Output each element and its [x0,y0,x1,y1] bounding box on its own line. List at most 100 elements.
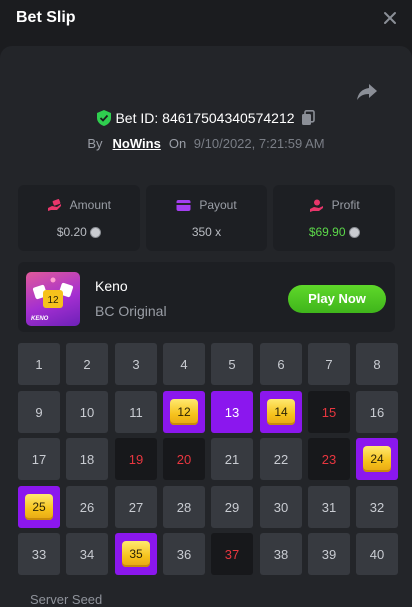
keno-cell: 17 [18,438,60,480]
keno-cell: 5 [211,343,253,385]
gem-number: 14 [267,399,295,425]
keno-cell: 40 [356,533,398,575]
cell-number: 16 [369,404,385,420]
keno-cell: 16 [356,391,398,433]
keno-logo-art: 12 KENO [31,277,74,322]
cell-number: 34 [79,546,95,562]
on-label: On [168,136,187,151]
keno-cell-drawn: 19 [115,438,157,480]
cell-number: 10 [79,404,95,420]
keno-cell: 39 [308,533,350,575]
payout-stat: Payout 350 x [145,185,268,251]
keno-cell: 8 [356,343,398,385]
coin-icon [89,226,101,238]
cell-number: 26 [79,499,95,515]
play-now-button[interactable]: Play Now [288,285,386,313]
keno-cell-drawn: 23 [308,438,350,480]
bet-owner-row: By NoWins On 9/10/2022, 7:21:59 AM [0,136,412,151]
cell-number: 38 [273,546,289,562]
keno-cell-drawn: 20 [163,438,205,480]
cell-number: 3 [132,356,140,372]
keno-cell-picked: 12 [163,391,205,433]
amount-stat: Amount $0.20 [18,185,140,251]
keno-cell: 33 [18,533,60,575]
header-title: Bet Slip [16,9,76,26]
keno-cell: 1 [18,343,60,385]
bet-slip-header: Bet Slip [0,0,412,46]
profit-hand-icon [309,199,323,212]
thumb-label: KENO [31,316,49,322]
cell-number: 19 [128,451,144,467]
cell-number: 4 [180,356,188,372]
keno-cell: 31 [308,486,350,528]
cell-number: 23 [321,451,337,467]
keno-cell: 18 [66,438,108,480]
keno-cell: 2 [66,343,108,385]
gem-number: 12 [170,399,198,425]
cell-number: 31 [321,499,337,515]
keno-thumbnail[interactable]: 12 KENO [26,272,80,326]
bet-id-row: Bet ID: 84617504340574212 [0,110,412,132]
keno-cell: 11 [115,391,157,433]
keno-cell-hit: 13 [211,391,253,433]
cell-number: 36 [176,546,192,562]
keno-cell: 34 [66,533,108,575]
keno-cell: 26 [66,486,108,528]
cell-number: 18 [79,451,95,467]
cell-number: 40 [369,546,385,562]
keno-cell-picked: 14 [260,391,302,433]
cell-number: 11 [129,404,143,420]
cell-number: 30 [273,499,289,515]
keno-cell: 9 [18,391,60,433]
cell-number: 29 [224,499,240,515]
cell-number: 5 [228,356,236,372]
share-icon[interactable] [356,82,378,102]
amount-value: $0.20 [56,225,87,239]
bet-id: Bet ID: 84617504340574212 [115,110,295,126]
profit-stat: Profit $69.90 [273,185,396,251]
keno-cell-drawn: 15 [308,391,350,433]
profit-value: $69.90 [308,225,346,239]
shield-check-icon [97,110,112,126]
cell-number: 37 [224,546,240,562]
game-name: Keno [95,278,128,294]
keno-cell: 36 [163,533,205,575]
server-seed-label: Server Seed [30,592,103,607]
keno-cell: 38 [260,533,302,575]
profit-label: Profit [331,198,360,212]
bet-stats: Amount $0.20 Payout 350 x Profit $69.90 [18,185,396,251]
payout-value: 350 x [191,225,222,239]
copy-icon[interactable] [301,110,315,126]
keno-cell: 3 [115,343,157,385]
keno-cell-picked: 25 [18,486,60,528]
gem-number: 25 [25,494,53,520]
cell-number: 21 [224,451,240,467]
by-label: By [87,136,103,151]
cell-number: 1 [35,356,43,372]
cell-number: 13 [224,404,240,420]
keno-cell: 28 [163,486,205,528]
keno-cell: 30 [260,486,302,528]
cell-number: 17 [31,451,47,467]
keno-cell: 32 [356,486,398,528]
keno-cell: 6 [260,343,302,385]
cell-number: 32 [369,499,385,515]
close-icon[interactable] [382,10,398,26]
keno-cell-picked: 35 [115,533,157,575]
username-link[interactable]: NoWins [113,136,161,151]
cell-number: 33 [31,546,47,562]
cell-number: 15 [321,404,337,420]
amount-label: Amount [69,198,112,212]
keno-cell: 27 [115,486,157,528]
cell-number: 22 [273,451,289,467]
gem-number: 24 [363,446,391,472]
wallet-icon [176,199,191,211]
game-provider: BC Original [95,303,167,319]
keno-cell-drawn: 37 [211,533,253,575]
bet-datetime: 9/10/2022, 7:21:59 AM [193,136,325,151]
cell-number: 6 [277,356,285,372]
keno-cell: 29 [211,486,253,528]
cell-number: 39 [321,546,337,562]
cell-number: 27 [128,499,144,515]
gem-number: 35 [122,541,150,567]
